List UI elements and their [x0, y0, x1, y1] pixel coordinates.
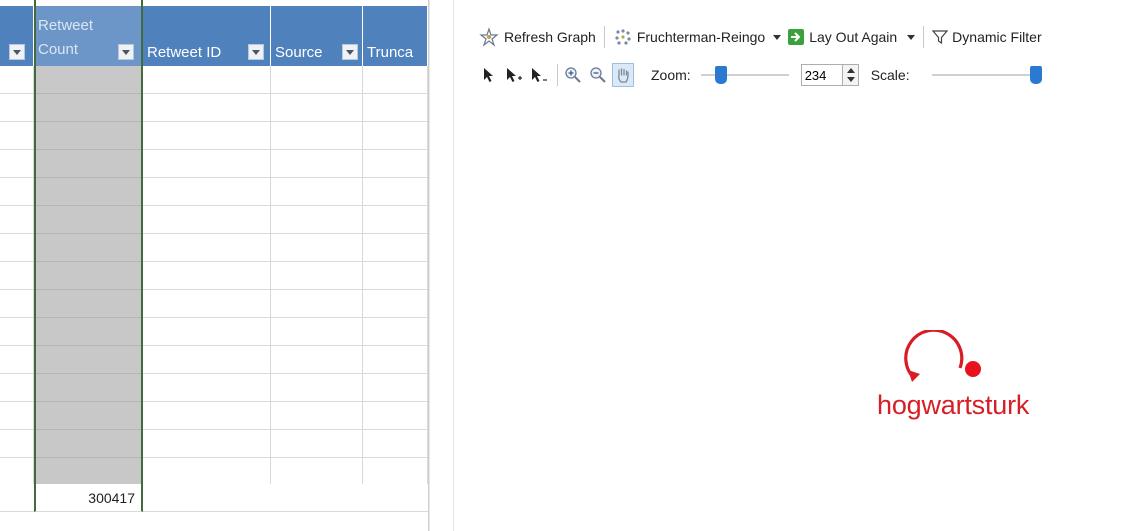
pointer-icon [484, 68, 493, 82]
dynamic-filter-button[interactable]: Dynamic Filter [932, 29, 1042, 45]
zoom-out-icon [590, 67, 606, 83]
zoom-value-input[interactable] [800, 64, 843, 86]
table-column-a [0, 0, 34, 531]
column-cells[interactable] [271, 66, 363, 512]
refresh-graph-label: Refresh Graph [504, 29, 596, 45]
header-line-2: Count [38, 41, 79, 58]
spinner-arrows[interactable] [842, 64, 859, 86]
graph-pane: Refresh Graph Fruchterman-Reingo Lay Out… [453, 0, 1148, 531]
toolbar-separator [923, 26, 925, 48]
table-column-source: Source [271, 0, 363, 531]
table-column-retweet-count: Retweet Count 300417 [34, 0, 143, 531]
zoom-slider-track [700, 74, 789, 76]
column-header-label: Trunca [367, 44, 414, 61]
chevron-down-icon [773, 34, 782, 40]
zoom-in-button[interactable] [562, 63, 584, 87]
scale-slider-track [931, 74, 1042, 76]
zoom-out-button[interactable] [587, 63, 609, 87]
zoom-spinner[interactable] [800, 64, 859, 86]
filter-icon [932, 30, 949, 45]
filter-dropdown-button[interactable] [248, 44, 264, 60]
table-column-truncated: Trunca [363, 0, 428, 531]
total-value: 300417 [88, 490, 135, 506]
column-header-label: Source [275, 44, 323, 61]
spreadsheet-table: Retweet Count 300417 Retweet ID Source T… [0, 0, 428, 531]
total-row-cell[interactable] [271, 484, 363, 512]
total-row-cell[interactable] [143, 484, 271, 512]
dynamic-filter-label: Dynamic Filter [952, 29, 1042, 45]
layout-algorithm-label: Fruchterman-Reingo [636, 29, 766, 45]
scale-slider[interactable] [931, 65, 1042, 85]
refresh-graph-icon [479, 27, 499, 47]
header-line-1: Retweet [38, 17, 94, 34]
hand-icon [618, 68, 629, 83]
pointer-minus-icon [532, 68, 547, 82]
column-header-source[interactable]: Source [271, 6, 363, 66]
column-cells[interactable] [0, 66, 34, 512]
pane-divider[interactable] [428, 0, 453, 531]
zoom-slider[interactable] [700, 65, 789, 85]
graph-toolbar-top: Refresh Graph Fruchterman-Reingo Lay Out… [478, 24, 1042, 50]
chevron-down-icon[interactable] [907, 34, 916, 40]
pan-tool-button[interactable] [612, 63, 634, 87]
divider-line [429, 0, 430, 531]
scale-slider-thumb[interactable] [1029, 66, 1042, 84]
column-header[interactable] [0, 6, 34, 66]
layout-algorithm-dropdown[interactable]: Fruchterman-Reingo [613, 27, 782, 47]
add-to-selection-button[interactable] [503, 63, 525, 87]
lay-out-again-button[interactable]: Lay Out Again [787, 28, 897, 46]
graph-node-vertex[interactable] [965, 361, 981, 377]
selection-border [34, 0, 36, 66]
column-header-label: Retweet Count [38, 14, 110, 62]
column-header-retweet-id[interactable]: Retweet ID [143, 6, 271, 66]
column-header-label: Retweet ID [147, 44, 222, 61]
graph-toolbar-bottom: Zoom: Scale: [478, 62, 1042, 88]
column-cells[interactable] [143, 66, 271, 512]
select-tool-button[interactable] [478, 63, 500, 87]
column-cells[interactable] [363, 66, 428, 512]
zoom-in-icon [565, 67, 581, 83]
lay-out-again-icon [788, 29, 805, 45]
table-column-retweet-id: Retweet ID [143, 0, 271, 531]
column-header-truncated[interactable]: Trunca [363, 6, 428, 66]
lay-out-again-label: Lay Out Again [809, 29, 898, 45]
toolbar-separator [557, 64, 558, 86]
column-cells-selected[interactable] [34, 66, 143, 512]
column-header-retweet-count[interactable]: Retweet Count [34, 6, 143, 66]
scale-label: Scale: [870, 67, 910, 83]
toolbar-separator [603, 26, 605, 48]
total-row-cell[interactable] [363, 484, 428, 512]
layout-icon [615, 29, 631, 45]
filter-dropdown-button[interactable] [9, 44, 25, 60]
refresh-graph-button[interactable]: Refresh Graph [478, 27, 596, 47]
total-row-cell[interactable] [0, 484, 34, 512]
filter-dropdown-button[interactable] [118, 44, 134, 60]
zoom-slider-thumb[interactable] [714, 66, 727, 84]
subtract-from-selection-button[interactable] [528, 63, 550, 87]
zoom-label: Zoom: [651, 67, 691, 83]
filter-dropdown-button[interactable] [342, 44, 358, 60]
graph-node-label[interactable]: hogwartsturk [877, 390, 1029, 421]
pointer-plus-icon [507, 68, 522, 82]
total-row-cell[interactable]: 300417 [34, 484, 143, 512]
